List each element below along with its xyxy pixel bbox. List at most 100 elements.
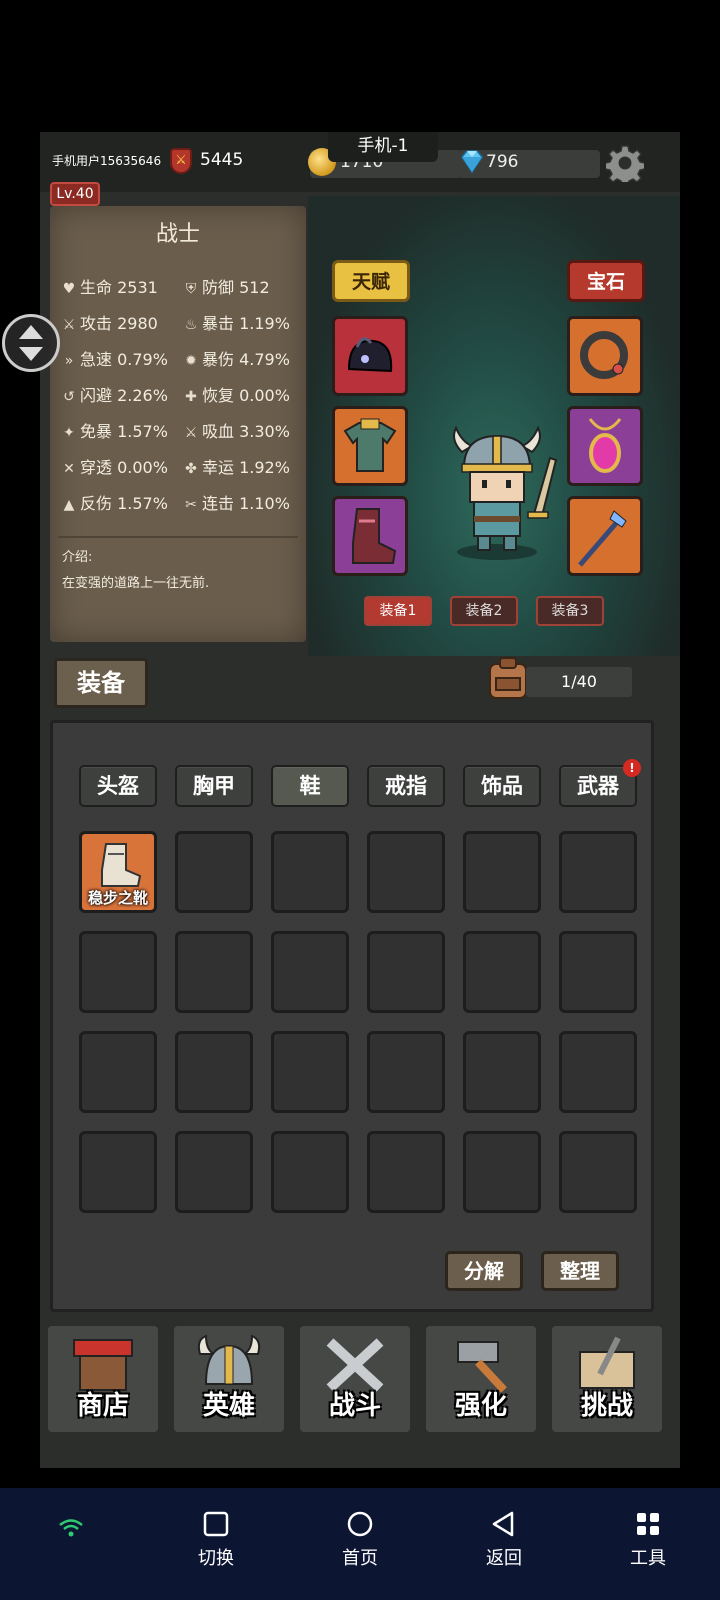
helmet-icon — [347, 337, 393, 373]
level-badge: Lv.40 — [50, 182, 100, 206]
stat-lifesteal: ⚔ 吸血 3.30% — [182, 418, 290, 442]
item-name: 稳步之靴 — [87, 889, 148, 907]
inventory-slot[interactable] — [367, 931, 445, 1013]
category-tab-helmet[interactable]: 头盔 — [79, 765, 157, 807]
sort-button[interactable]: 整理 — [541, 1251, 619, 1291]
tools-button[interactable]: 工具 — [608, 1510, 688, 1570]
inventory-slot[interactable] — [175, 931, 253, 1013]
inventory-slot[interactable] — [559, 1131, 637, 1213]
gem-button[interactable]: 宝石 — [567, 260, 645, 302]
game-area: 手机用户15635646 ⚔ 5445 1710 手机-1 796 Lv.40 … — [40, 132, 680, 1468]
up-down-arrows-icon — [19, 325, 43, 361]
loadout-tab-2[interactable]: 装备2 — [450, 596, 518, 626]
combat-power-icon: ⚔ — [170, 148, 192, 174]
inventory-slot[interactable] — [463, 1131, 541, 1213]
inventory-slot[interactable]: 稳步之靴 — [79, 831, 157, 913]
category-tab-ring[interactable]: 戒指 — [367, 765, 445, 807]
equipped-ring-slot[interactable] — [567, 316, 643, 396]
inventory-slot[interactable] — [559, 831, 637, 913]
stat-crit-damage: ✹ 暴伤 4.79% — [182, 346, 290, 370]
inventory-slot[interactable] — [463, 1031, 541, 1113]
inventory-slot[interactable] — [79, 1131, 157, 1213]
intro-label: 介绍: — [62, 550, 93, 565]
amulet-icon — [588, 418, 622, 473]
grid-icon — [637, 1513, 659, 1535]
hero-character — [453, 425, 558, 560]
diamond-icon — [461, 150, 483, 174]
inventory-slot[interactable] — [175, 1031, 253, 1113]
stat-attack: ⚔ 攻击 2980 — [60, 310, 158, 334]
inventory-slot[interactable] — [559, 1031, 637, 1113]
divider — [58, 536, 298, 538]
inventory-slot[interactable] — [367, 1031, 445, 1113]
inventory-slot[interactable] — [271, 1031, 349, 1113]
stat-haste: » 急速 0.79% — [60, 346, 168, 370]
back-button[interactable]: 返回 — [464, 1510, 544, 1570]
category-tab-chest[interactable]: 胸甲 — [175, 765, 253, 807]
stat-thorns: ▲ 反伤 1.57% — [60, 490, 168, 514]
stat-combo: ✂ 连击 1.10% — [182, 490, 290, 514]
hero-class-title: 战士 — [155, 222, 200, 247]
system-nav-bar: 切换 首页 返回 工具 — [0, 1488, 720, 1600]
inventory-slot[interactable] — [271, 831, 349, 913]
shield-icon: ⛨ — [185, 281, 197, 297]
nav-battle[interactable]: 战斗 — [300, 1326, 410, 1432]
category-tab-shoes[interactable]: 鞋 — [271, 765, 349, 807]
gem-value: 796 — [486, 152, 519, 172]
pierce-icon: ✕ — [63, 461, 75, 477]
decompose-button[interactable]: 分解 — [445, 1251, 523, 1291]
equipped-weapon-slot[interactable] — [567, 496, 643, 576]
burst-icon: ✹ — [185, 353, 197, 369]
stat-dodge: ↺ 闪避 2.26% — [60, 382, 168, 406]
inventory-slot[interactable] — [79, 1031, 157, 1113]
inventory-slot[interactable] — [175, 831, 253, 913]
nav-shop[interactable]: 商店 — [48, 1326, 158, 1432]
speed-icon: » — [64, 353, 74, 369]
inventory-slot[interactable] — [175, 1131, 253, 1213]
home-button[interactable]: 首页 — [320, 1510, 400, 1570]
loadout-tab-1[interactable]: 装备1 — [364, 596, 432, 626]
inventory-slot[interactable] — [463, 831, 541, 913]
lifesteal-icon: ⚔ — [184, 425, 198, 441]
inventory-slot[interactable] — [559, 931, 637, 1013]
staff-icon — [578, 510, 627, 567]
dodge-icon: ↺ — [63, 389, 75, 405]
inventory-slot[interactable] — [367, 1131, 445, 1213]
equipped-armor-slot[interactable] — [332, 406, 408, 486]
inventory-slot[interactable] — [79, 931, 157, 1013]
nav-upgrade[interactable]: 强化 — [426, 1326, 536, 1432]
stat-luck: ✤ 幸运 1.92% — [182, 454, 290, 478]
combat-power-value: 5445 — [200, 150, 244, 170]
inventory-slot[interactable] — [367, 831, 445, 913]
alert-badge-icon: ! — [623, 759, 641, 777]
inventory-slot[interactable] — [271, 1131, 349, 1213]
switch-button[interactable]: 切换 — [176, 1510, 256, 1570]
stat-recovery: ✚ 恢复 0.00% — [182, 382, 290, 406]
nav-hero[interactable]: 英雄 — [174, 1326, 284, 1432]
equipment-section-label: 装备 — [54, 658, 148, 708]
square-icon — [203, 1511, 229, 1537]
category-tab-accessory[interactable]: 饰品 — [463, 765, 541, 807]
loadout-tab-3[interactable]: 装备3 — [536, 596, 604, 626]
crit-resist-icon: ✦ — [63, 425, 75, 441]
equipped-boots-slot[interactable] — [332, 496, 408, 576]
inventory-slot[interactable] — [271, 931, 349, 1013]
floating-toggle-button[interactable] — [2, 314, 60, 372]
circle-icon — [347, 1511, 373, 1537]
stat-penetration: ✕ 穿透 0.00% — [60, 454, 168, 478]
equipped-helmet-slot[interactable] — [332, 316, 408, 396]
category-tab-weapon[interactable]: 武器! — [559, 759, 641, 807]
inventory-slot[interactable] — [463, 931, 541, 1013]
gear-icon[interactable] — [606, 144, 644, 182]
inventory-panel: 头盔 胸甲 鞋 戒指 饰品 武器! 稳步之靴 分解 整理 — [50, 720, 654, 1312]
nav-challenge[interactable]: 挑战 — [552, 1326, 662, 1432]
stat-crit: ♨ 暴击 1.19% — [182, 310, 290, 334]
heal-icon: ✚ — [185, 389, 197, 405]
heart-icon: ♥ — [62, 281, 76, 297]
thorns-icon: ▲ — [63, 497, 75, 513]
stat-crit-resist: ✦ 免暴 1.57% — [60, 418, 168, 442]
back-triangle-icon — [492, 1511, 514, 1537]
talent-button[interactable]: 天赋 — [332, 260, 410, 302]
wifi-icon — [59, 1519, 83, 1537]
equipped-necklace-slot[interactable] — [567, 406, 643, 486]
